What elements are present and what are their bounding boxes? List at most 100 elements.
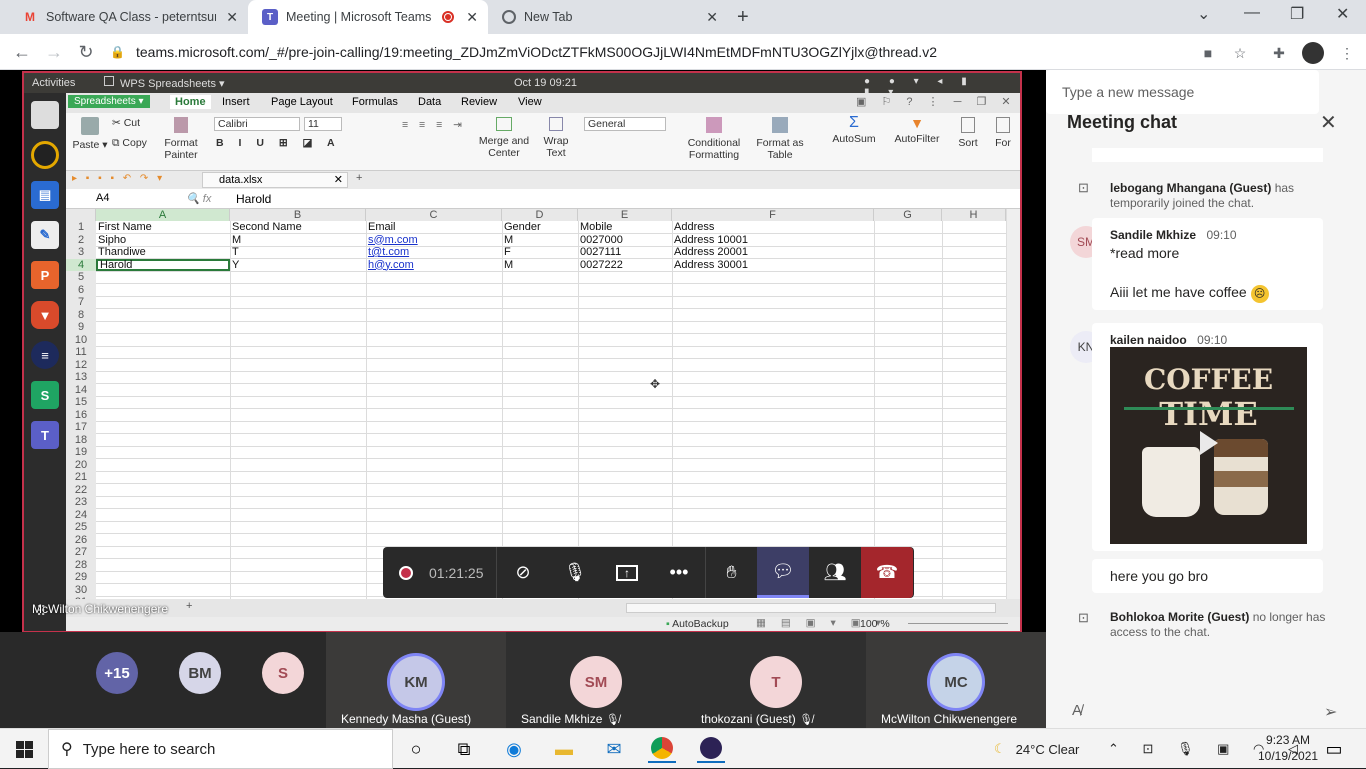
row-header[interactable]: 6 bbox=[66, 283, 96, 296]
cell-a3[interactable]: Thandiwe bbox=[96, 246, 146, 259]
tab-new-tab[interactable]: New Tab ✕ bbox=[488, 0, 728, 34]
close-tab-icon[interactable]: ✕ bbox=[706, 9, 718, 26]
address-bar[interactable]: 🔒 teams.microsoft.com/_#/pre-join-callin… bbox=[110, 38, 1260, 66]
row-header[interactable]: 20 bbox=[66, 458, 96, 471]
close-tab-icon[interactable]: ✕ bbox=[466, 9, 478, 26]
autobackup-label[interactable]: ▪ AutoBackup bbox=[666, 618, 729, 630]
cell-d4[interactable]: M bbox=[502, 259, 513, 272]
profile-avatar[interactable] bbox=[1302, 42, 1324, 64]
new-tab-button[interactable]: + bbox=[737, 6, 749, 29]
format-icon[interactable]: A̸ bbox=[1072, 702, 1082, 719]
close-chat-icon[interactable]: ✕ bbox=[1320, 110, 1337, 135]
tab-view[interactable]: View bbox=[518, 96, 542, 108]
spreadsheet-icon[interactable]: S bbox=[31, 381, 59, 409]
format-painter-button[interactable]: Format Painter bbox=[160, 117, 202, 161]
cell-e4[interactable]: 0027222 bbox=[578, 259, 623, 272]
text-editor-icon[interactable]: ✎ bbox=[31, 221, 59, 249]
autofilter-button[interactable]: ▼ AutoFilter bbox=[886, 116, 948, 145]
coffee-time-gif[interactable]: COFFEE TIME bbox=[1110, 347, 1307, 544]
cortana-icon[interactable]: ○ bbox=[402, 735, 430, 763]
forward-button[interactable]: → bbox=[42, 40, 66, 64]
row-header[interactable]: 1 bbox=[66, 221, 96, 234]
tab-gmail[interactable]: M Software QA Class - peterntsunts ✕ bbox=[8, 0, 248, 34]
row-header[interactable]: 12 bbox=[66, 358, 96, 371]
maximize-button[interactable]: ❐ bbox=[1290, 4, 1304, 24]
spreadsheet-grid[interactable]: A B C D E F G H 1 2 3 4 5 6 7 8 9 10 11 12 13 14 15 16 1… bbox=[66, 209, 1006, 599]
presentation-icon[interactable]: P bbox=[31, 261, 59, 289]
copy-button[interactable]: ⧉ Copy bbox=[112, 137, 147, 149]
cut-button[interactable]: ✂ Cut bbox=[112, 117, 140, 129]
name-box[interactable]: A4 bbox=[96, 192, 109, 204]
tab-insert[interactable]: Insert bbox=[222, 96, 250, 108]
file-explorer-icon[interactable]: ▬ bbox=[550, 735, 578, 763]
merge-center-button[interactable]: Merge and Center bbox=[474, 117, 534, 159]
message-composer[interactable]: Type a new message bbox=[1046, 70, 1319, 114]
col-header-c[interactable]: C bbox=[366, 209, 502, 221]
cell-e3[interactable]: 0027111 bbox=[578, 246, 621, 259]
cell-c2[interactable]: s@m.com bbox=[366, 234, 418, 247]
tab-home[interactable]: Home bbox=[170, 95, 211, 109]
row-header[interactable]: 30 bbox=[66, 583, 96, 596]
row-header[interactable]: 13 bbox=[66, 371, 96, 384]
horizontal-scrollbar[interactable] bbox=[626, 603, 996, 613]
row-header[interactable]: 23 bbox=[66, 496, 96, 509]
row-header[interactable]: 24 bbox=[66, 508, 96, 521]
row-header[interactable]: 26 bbox=[66, 533, 96, 546]
tab-page-layout[interactable]: Page Layout bbox=[271, 96, 333, 108]
cell-a1[interactable]: First Name bbox=[96, 221, 152, 234]
cell-e2[interactable]: 0027000 bbox=[578, 234, 623, 247]
send-icon[interactable]: ➢ bbox=[1324, 702, 1337, 722]
cell-b2[interactable]: M bbox=[230, 234, 241, 247]
avatar-bm[interactable]: BM bbox=[179, 652, 221, 694]
row-header[interactable]: 10 bbox=[66, 333, 96, 346]
cell-e1[interactable]: Mobile bbox=[578, 221, 612, 234]
row-header[interactable]: 4 bbox=[66, 258, 96, 271]
font-style-buttons[interactable]: B I U ⊞ ◪ A bbox=[216, 137, 341, 149]
cell-f2[interactable]: Address 10001 bbox=[672, 234, 748, 247]
mail-icon[interactable]: ✉ bbox=[600, 735, 628, 763]
col-header-d[interactable]: D bbox=[502, 209, 578, 221]
formula-input[interactable]: Harold bbox=[236, 192, 271, 206]
participants-button[interactable]: 👥︎ bbox=[809, 547, 861, 598]
cell-c3[interactable]: t@t.com bbox=[366, 246, 409, 259]
row-header[interactable]: 14 bbox=[66, 383, 96, 396]
new-doc-tab-button[interactable]: + bbox=[356, 172, 362, 184]
play-icon[interactable] bbox=[1200, 431, 1218, 455]
row-header[interactable]: 29 bbox=[66, 571, 96, 584]
chat-button[interactable]: 💬︎ bbox=[757, 547, 809, 598]
row-header[interactable]: 15 bbox=[66, 396, 96, 409]
chrome-taskbar-icon[interactable] bbox=[648, 735, 676, 763]
mute-button[interactable]: 🎙︎ bbox=[549, 547, 601, 598]
autosum-button[interactable]: Σ AutoSum bbox=[826, 115, 882, 146]
tab-search-icon[interactable]: ⌄ bbox=[1197, 4, 1210, 24]
row-header[interactable]: 3 bbox=[66, 246, 96, 259]
cell-c1[interactable]: Email bbox=[366, 221, 396, 234]
camera-off-button[interactable]: ⊘ bbox=[497, 547, 549, 598]
task-view-icon[interactable]: ⧉ bbox=[450, 735, 478, 763]
alignment-buttons[interactable]: ≡ ≡ ≡ ⇥ bbox=[402, 119, 466, 131]
row-header[interactable]: 25 bbox=[66, 521, 96, 534]
bookmark-star-icon[interactable]: ☆ bbox=[1229, 42, 1251, 64]
cell-b4[interactable]: Y bbox=[230, 259, 239, 272]
camera-icon[interactable]: ■ bbox=[1197, 42, 1219, 64]
eclipse-icon[interactable]: ≡ bbox=[31, 341, 59, 369]
conditional-formatting-button[interactable]: Conditional Formatting bbox=[680, 117, 748, 161]
windows-start-icon[interactable] bbox=[10, 735, 38, 763]
close-tab-icon[interactable]: ✕ bbox=[226, 9, 238, 26]
corner-cell[interactable] bbox=[66, 209, 96, 221]
col-header-g[interactable]: G bbox=[874, 209, 942, 221]
row-header[interactable]: 7 bbox=[66, 296, 96, 309]
doc-tab-data-xlsx[interactable]: data.xlsx ✕ bbox=[202, 172, 348, 188]
zoom-slider[interactable] bbox=[908, 623, 1008, 624]
row-header[interactable]: 21 bbox=[66, 471, 96, 484]
reload-button[interactable]: ↻ bbox=[74, 40, 98, 64]
cell-d2[interactable]: M bbox=[502, 234, 513, 247]
brave-icon[interactable]: ▼ bbox=[31, 301, 59, 329]
row-header[interactable]: 9 bbox=[66, 321, 96, 334]
row-header[interactable]: 2 bbox=[66, 233, 96, 246]
rhythmbox-icon[interactable] bbox=[31, 141, 59, 169]
format-button[interactable]: For bbox=[988, 117, 1018, 149]
number-format-select[interactable]: General bbox=[584, 117, 666, 131]
menu-icon[interactable]: ⋮ bbox=[1336, 42, 1358, 64]
extensions-icon[interactable]: ✚ bbox=[1268, 42, 1290, 64]
